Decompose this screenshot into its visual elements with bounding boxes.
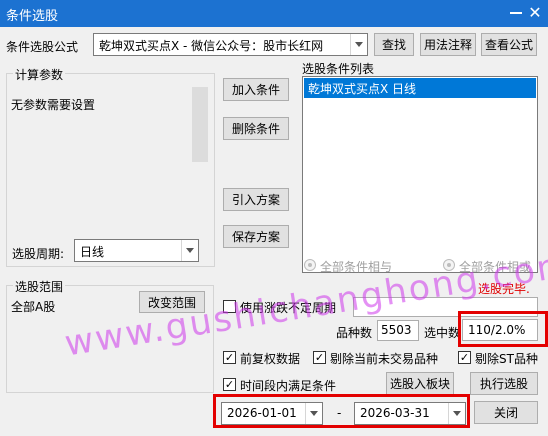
chevron-down-icon[interactable] (350, 34, 367, 55)
radio-or[interactable] (443, 259, 455, 271)
scope-title: 选股范围 (13, 278, 66, 295)
exclude-st-checkbox[interactable]: ✓ (458, 351, 471, 364)
params-text: 无参数需要设置 (11, 98, 96, 112)
dialog-body: 条件选股公式 乾坤双式买点X - 微信公众号：股市长红网 查找 用法注释 查看公… (0, 27, 548, 436)
params-scrollbar[interactable] (192, 87, 208, 162)
params-title: 计算参数 (13, 66, 66, 83)
chevron-down-icon[interactable] (181, 240, 198, 261)
title-bar: 条件选股 ✕ (0, 0, 548, 27)
formula-label: 条件选股公式 (6, 40, 79, 54)
add-condition-button[interactable]: 加入条件 (223, 78, 289, 101)
period-label: 选股周期: (12, 247, 65, 261)
exclude-untraded-checkbox[interactable]: ✓ (313, 351, 326, 364)
exclude-st-label: 剔除ST品种 (475, 352, 538, 366)
change-scope-button[interactable]: 改变范围 (139, 291, 205, 313)
list-item[interactable]: 乾坤双式买点X 日线 (304, 78, 536, 98)
formula-value: 乾坤双式买点X - 微信公众号：股市长红网 (99, 39, 324, 53)
radio-and[interactable] (304, 259, 316, 271)
pre-adjust-checkbox[interactable]: ✓ (223, 351, 236, 364)
time-range-checkbox[interactable]: ✓ (223, 378, 236, 391)
formula-select[interactable]: 乾坤双式买点X - 微信公众号：股市长红网 (93, 33, 368, 56)
execute-button[interactable]: 执行选股 (470, 372, 538, 395)
usage-notes-button[interactable]: 用法注释 (420, 33, 476, 56)
pre-adjust-label: 前复权数据 (240, 352, 301, 366)
find-button[interactable]: 查找 (374, 33, 414, 56)
scope-text: 全部A股 (11, 300, 56, 314)
window-title: 条件选股 (6, 9, 59, 24)
period-select[interactable]: 日线 (74, 239, 199, 262)
selected-label: 选中数 (424, 326, 461, 340)
count-label: 品种数 (336, 326, 373, 340)
status-done: 选股完毕. (478, 282, 530, 296)
save-plan-button[interactable]: 保存方案 (223, 225, 289, 248)
time-range-label: 时间段内满足条件 (240, 379, 337, 393)
radio-and-label: 全部条件相与 (320, 260, 393, 274)
close-icon[interactable]: ✕ (526, 4, 544, 22)
period-value: 日线 (80, 245, 105, 259)
variable-period-checkbox[interactable] (223, 300, 236, 313)
condition-list-title: 选股条件列表 (302, 62, 375, 76)
import-plan-button[interactable]: 引入方案 (223, 188, 289, 211)
add-to-block-button[interactable]: 选股入板块 (386, 372, 454, 395)
variable-period-label: 使用涨跌不定周期 (240, 301, 337, 315)
condition-list[interactable]: 乾坤双式买点X 日线 (302, 76, 538, 273)
radio-or-label: 全部条件相或 (459, 260, 532, 274)
delete-condition-button[interactable]: 删除条件 (223, 117, 289, 140)
minimize-icon[interactable] (510, 12, 522, 14)
exclude-untraded-label: 剔除当前未交易品种 (330, 352, 439, 366)
close-button[interactable]: 关闭 (474, 401, 538, 424)
count-value: 5503 (377, 320, 419, 341)
highlight-date-range (213, 394, 470, 428)
view-formula-button[interactable]: 查看公式 (481, 33, 537, 56)
highlight-selected-count (458, 311, 548, 347)
